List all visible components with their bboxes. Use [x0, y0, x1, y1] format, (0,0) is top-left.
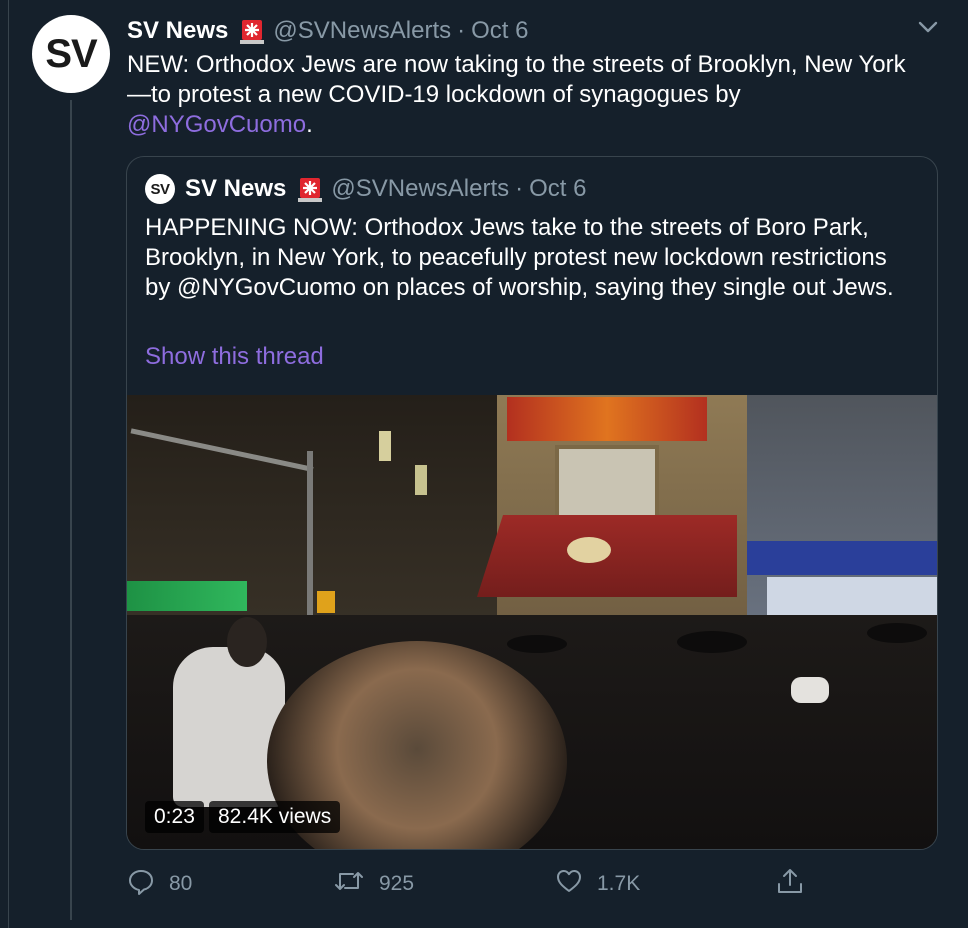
retweet-icon [333, 867, 379, 901]
reply-button[interactable]: 80 [127, 866, 192, 902]
quoted-tweet-text: HAPPENING NOW: Orthodox Jews take to the… [145, 214, 894, 301]
reply-icon [127, 867, 169, 901]
video-duration-badge: 0:23 [145, 801, 204, 833]
avatar-logo-text: SV [45, 31, 97, 76]
quoted-tweet-header: SV SV News @SVNewsAlerts · Oct 6 [145, 174, 587, 204]
handle[interactable]: @SVNewsAlerts [273, 17, 451, 45]
share-icon [775, 866, 819, 902]
chevron-down-icon[interactable] [914, 16, 942, 38]
quoted-tweet-date: Oct 6 [529, 175, 587, 202]
quoted-handle: @SVNewsAlerts [331, 175, 510, 202]
tweet-text-body: NEW: Orthodox Jews are now taking to the… [127, 51, 906, 108]
video-scene-hat [867, 623, 927, 643]
video-scene-hat [677, 631, 747, 653]
video-views-badge: 82.4K views [209, 801, 341, 833]
video-scene-sign [507, 397, 707, 441]
tweet-date[interactable]: Oct 6 [471, 17, 528, 45]
video-scene-head [227, 617, 267, 667]
avatar[interactable]: SV [32, 15, 110, 93]
tweet-text: NEW: Orthodox Jews are now taking to the… [127, 50, 917, 140]
video-scene-traffic-light [317, 591, 335, 613]
siren-icon [238, 18, 266, 44]
video-scene-store-band [747, 541, 937, 575]
video-scene-window [415, 465, 427, 495]
video-scene-window [379, 431, 391, 461]
tweet-header: SV News @SVNewsAlerts · Oct 6 [127, 14, 529, 48]
tweet-text-end: . [306, 111, 313, 138]
retweet-count: 925 [379, 872, 415, 895]
separator-dot: · [457, 17, 466, 44]
mention-link[interactable]: @NYGovCuomo [127, 111, 306, 138]
quoted-avatar: SV [145, 174, 175, 204]
quoted-tweet-card[interactable]: SV SV News @SVNewsAlerts · Oct 6 HAPPENI… [126, 156, 938, 850]
heart-icon [555, 867, 597, 901]
video-scene-hat [507, 635, 567, 653]
video-scene-person [173, 647, 285, 807]
video-player[interactable]: 0:23 82.4K views [127, 395, 937, 849]
display-name[interactable]: SV News [127, 17, 228, 45]
like-count: 1.7K [597, 872, 641, 895]
like-button[interactable]: 1.7K [555, 866, 640, 902]
reply-count: 80 [169, 872, 193, 895]
quoted-display-name: SV News [185, 175, 287, 202]
video-scene-mask [791, 677, 829, 703]
show-thread-link[interactable]: Show this thread [145, 343, 324, 371]
siren-icon [296, 176, 324, 202]
share-button[interactable] [775, 866, 819, 902]
quoted-avatar-logo-text: SV [150, 180, 170, 198]
timeline-border [8, 0, 9, 928]
video-scene-awning-logo [567, 537, 611, 563]
retweet-button[interactable]: 925 [333, 866, 414, 902]
video-scene-green-light [127, 581, 247, 611]
separator-dot: · [515, 175, 524, 202]
tweet-actions: 80 925 1.7K [127, 866, 827, 902]
thread-connector-line [70, 100, 72, 920]
